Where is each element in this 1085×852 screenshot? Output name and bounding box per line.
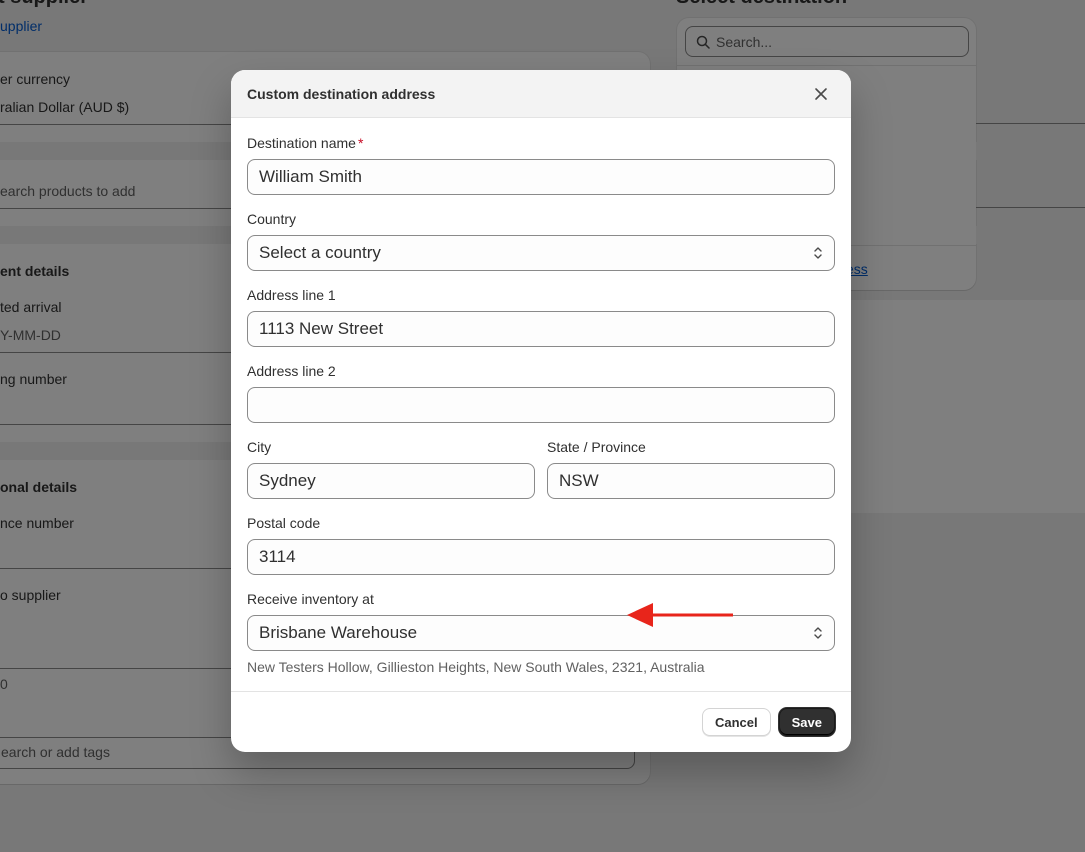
receive-inventory-value: Brisbane Warehouse bbox=[259, 623, 418, 642]
destination-name-input[interactable]: William Smith bbox=[247, 159, 835, 195]
address-line-1-field: Address line 1 1113 New Street bbox=[247, 285, 835, 347]
address-line-2-input[interactable] bbox=[247, 387, 835, 423]
close-icon bbox=[815, 87, 827, 100]
postal-code-label: Postal code bbox=[247, 515, 321, 531]
modal-footer: Cancel Save bbox=[231, 691, 851, 752]
receive-inventory-field: Receive inventory at Brisbane Warehouse … bbox=[247, 589, 835, 675]
receive-inventory-label: Receive inventory at bbox=[247, 591, 374, 607]
country-field: Country Select a country bbox=[247, 209, 835, 271]
required-indicator: * bbox=[357, 135, 364, 151]
city-field: City Sydney bbox=[247, 437, 535, 499]
address-line-2-label: Address line 2 bbox=[247, 363, 336, 379]
save-button[interactable]: Save bbox=[778, 708, 835, 736]
modal-header: Custom destination address bbox=[231, 70, 851, 118]
city-input[interactable]: Sydney bbox=[247, 463, 535, 499]
address-line-2-field: Address line 2 bbox=[247, 361, 835, 423]
destination-name-label: Destination name * bbox=[247, 135, 364, 151]
state-label: State / Province bbox=[547, 439, 646, 455]
select-chevron-icon bbox=[814, 247, 822, 259]
custom-destination-modal: Custom destination address Destination n… bbox=[231, 70, 851, 752]
postal-code-input[interactable]: 3114 bbox=[247, 539, 835, 575]
select-chevron-icon bbox=[814, 627, 822, 639]
country-select-value: Select a country bbox=[259, 243, 381, 262]
country-select[interactable]: Select a country bbox=[247, 235, 835, 271]
address-line-1-label: Address line 1 bbox=[247, 287, 336, 303]
state-field: State / Province NSW bbox=[547, 437, 835, 499]
city-label: City bbox=[247, 439, 272, 455]
annotation-arrow-icon bbox=[627, 603, 733, 627]
state-input[interactable]: NSW bbox=[547, 463, 835, 499]
cancel-button[interactable]: Cancel bbox=[701, 708, 771, 736]
receive-inventory-select[interactable]: Brisbane Warehouse bbox=[247, 615, 835, 651]
country-label: Country bbox=[247, 211, 297, 227]
postal-code-field: Postal code 3114 bbox=[247, 513, 835, 575]
modal-title: Custom destination address bbox=[247, 85, 436, 102]
destination-name-field: Destination name * William Smith bbox=[247, 133, 835, 195]
address-line-1-input[interactable]: 1113 New Street bbox=[247, 311, 835, 347]
location-address-helper: New Testers Hollow, Gillieston Heights, … bbox=[247, 659, 705, 675]
close-button[interactable] bbox=[807, 80, 835, 108]
